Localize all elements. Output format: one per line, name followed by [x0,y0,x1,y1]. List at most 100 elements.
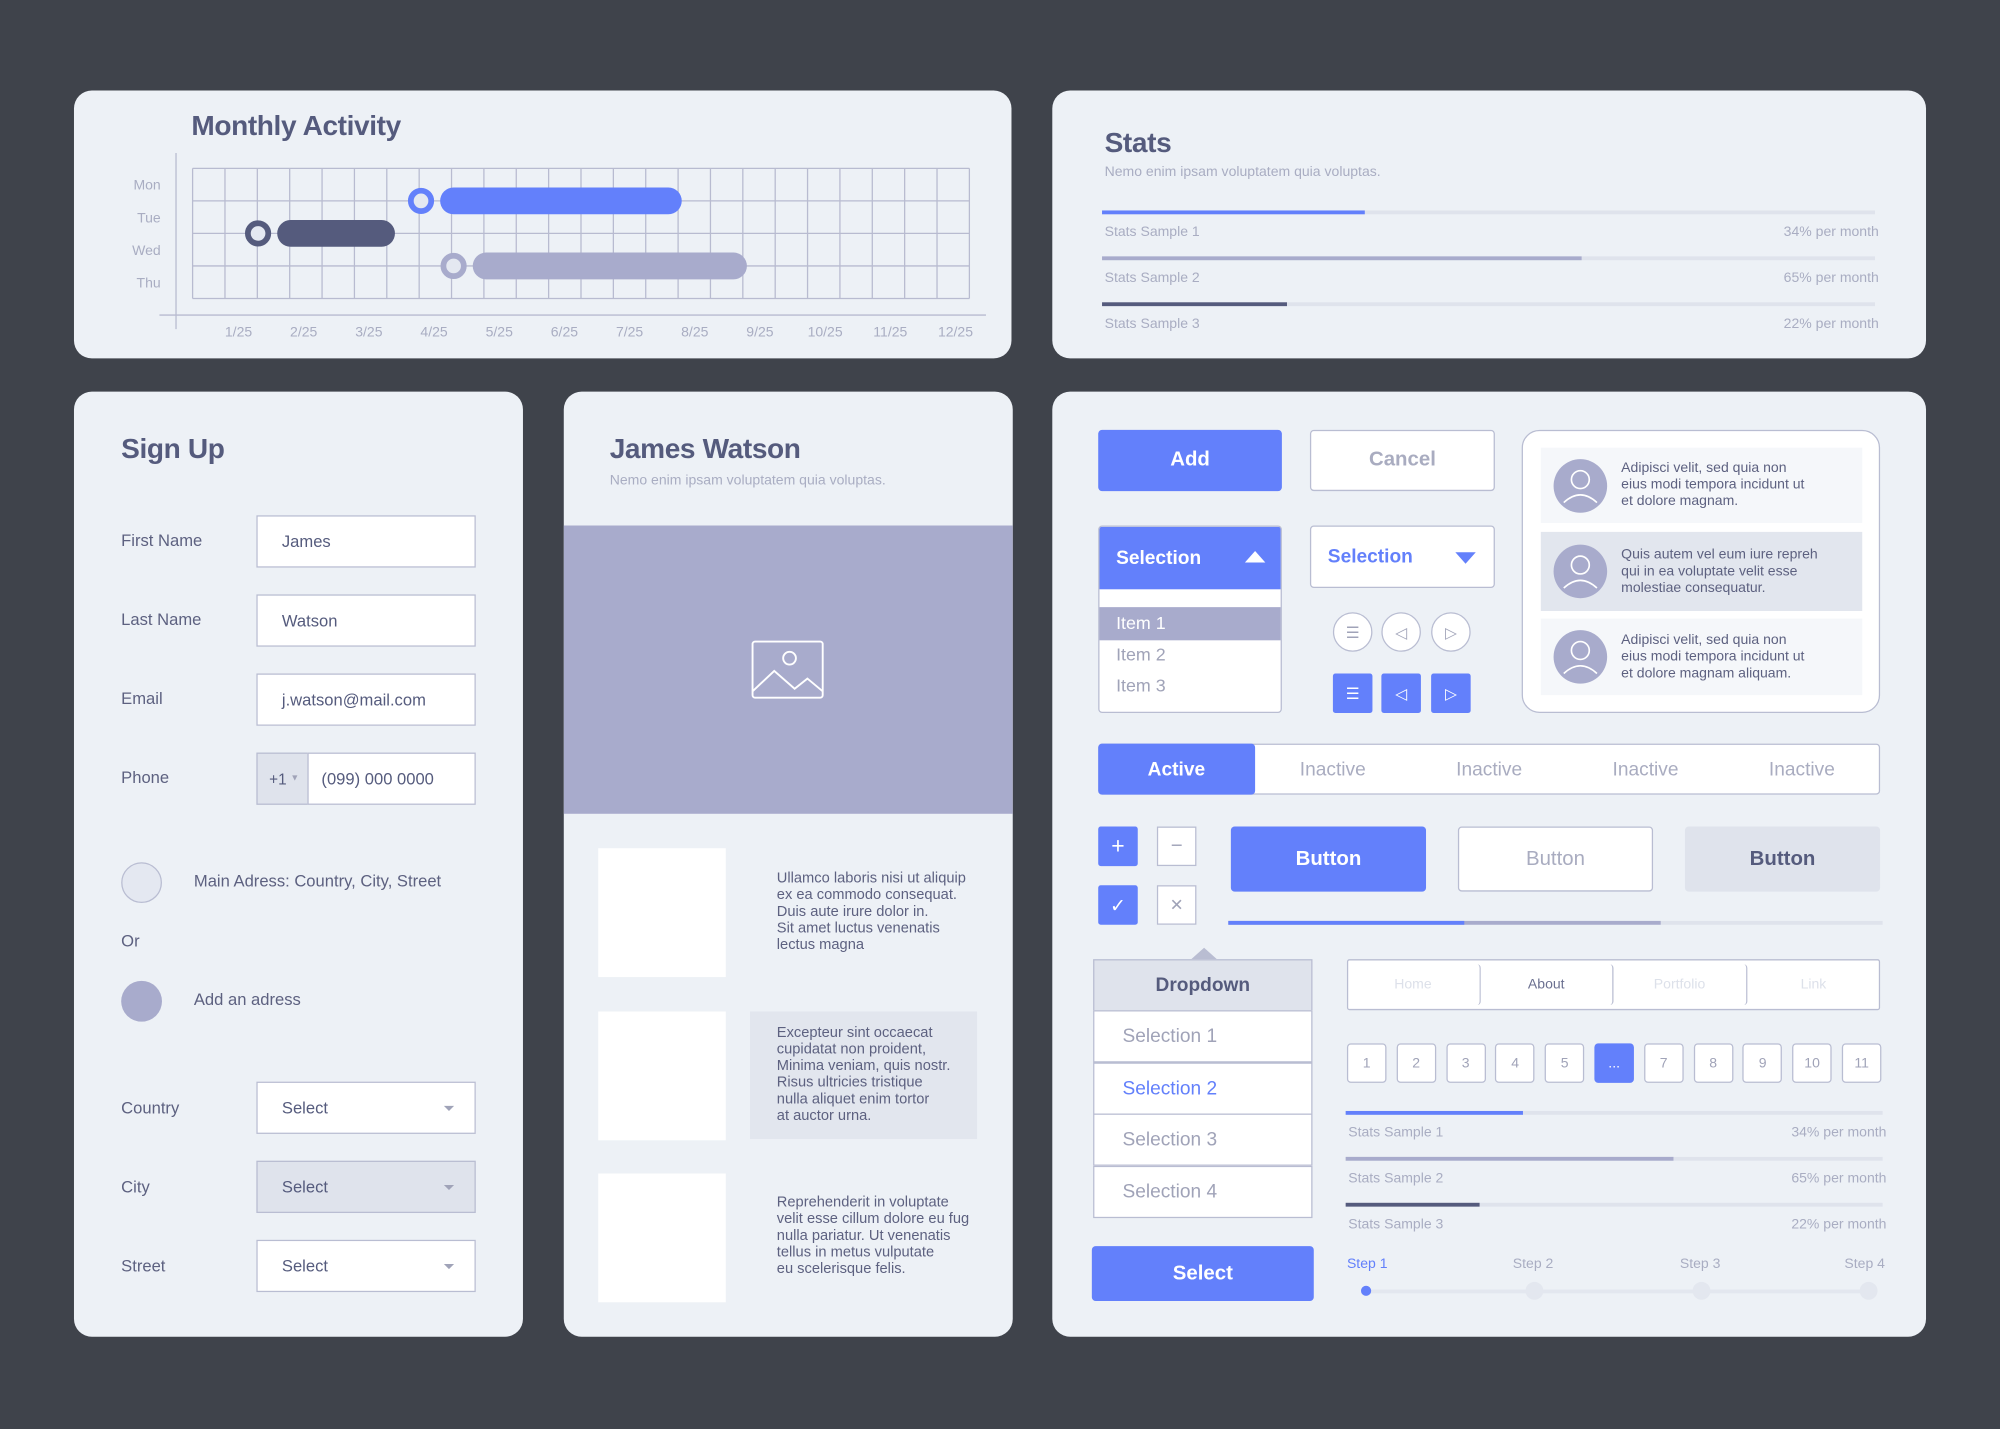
step-label[interactable]: Step 2 [1513,1256,1554,1271]
x-tick-label: 11/25 [873,324,907,340]
image-icon [751,640,824,699]
message-item[interactable]: Adipisci velit, sed quia non eius modi t… [1540,618,1863,696]
phone-country-code[interactable]: +1 ▼ [256,752,309,805]
stat-value: 22% per month [1783,316,1879,332]
country-select[interactable]: Select [256,1081,476,1134]
step-label[interactable]: Step 1 [1347,1256,1388,1271]
dropdown-item[interactable]: Item 1 [1099,607,1281,641]
secondary-button[interactable]: Button [1684,826,1881,892]
x-tick-label: 3/25 [355,324,382,340]
avatar [1553,458,1608,513]
step-dot[interactable] [1525,1281,1544,1300]
stat-bar [1102,210,1875,215]
tab-inactive[interactable]: Inactive [1255,744,1411,795]
stat-bar-fill [1102,210,1365,215]
page-button[interactable]: 1 [1346,1043,1387,1083]
next-icon-button[interactable]: ▷ [1431,673,1471,714]
dropdown-header[interactable]: Dropdown [1093,959,1313,1012]
stat-label: Stats Sample 1 [1104,224,1200,240]
street-select[interactable]: Select [256,1239,476,1293]
page-button[interactable]: 3 [1445,1043,1486,1083]
slider[interactable] [1228,920,1883,925]
menu-icon-button[interactable]: ☰ [1332,673,1373,714]
selection-label: Selection [1327,545,1413,568]
nav-link-link[interactable]: Link [1747,959,1880,1010]
city-label: City [121,1177,150,1197]
tab-inactive[interactable]: Inactive [1724,744,1880,795]
add-button[interactable]: Add [1098,429,1282,492]
nav-link-about[interactable]: About [1480,964,1614,1006]
last-name-input[interactable]: Watson [256,594,476,647]
bar [440,187,682,215]
user-icon [1563,640,1598,675]
country-value: Select [281,1098,328,1118]
city-select[interactable]: Select [256,1160,476,1214]
email-input[interactable]: j.watson@mail.com [256,673,476,726]
stat-value: 65% per month [1783,270,1879,286]
dropdown-item[interactable]: Item 2 [1099,640,1280,671]
image-placeholder [563,525,1013,814]
first-name-input[interactable]: James [256,515,476,568]
nav-link-home[interactable]: Home [1347,964,1481,1006]
selection-dropdown-open[interactable]: Selection Item 1 Item 2 Item 3 [1098,525,1282,714]
dropdown-option[interactable]: Selection 1 [1093,1010,1313,1063]
page-button[interactable]: 5 [1544,1043,1585,1083]
menu-icon-button[interactable]: ☰ [1332,612,1373,652]
page-button[interactable]: 7 [1643,1043,1684,1083]
chevron-down-icon: ▼ [290,774,300,784]
close-checkbox[interactable]: ✕ [1156,885,1197,925]
stat-bar-fill [1102,302,1288,307]
thumbnail [598,1173,726,1303]
page-button[interactable]: 2 [1396,1043,1436,1083]
message-item[interactable]: Adipisci velit, sed quia non eius modi t… [1540,447,1863,523]
caret-down-icon [443,1264,455,1270]
page-button[interactable]: 9 [1742,1043,1783,1083]
signup-title: Sign Up [121,432,225,465]
step-label[interactable]: Step 4 [1844,1256,1885,1271]
row-label: Tue [137,209,161,225]
radio-add-address[interactable] [121,980,162,1022]
stat-label: Stats Sample 1 [1348,1124,1444,1141]
stat-bar [1102,256,1875,261]
nav-link-portfolio[interactable]: Portfolio [1614,964,1747,1006]
minus-checkbox[interactable]: − [1156,826,1197,867]
prev-icon-button[interactable]: ◁ [1381,612,1421,652]
selection-dropdown-closed[interactable]: Selection [1309,525,1495,589]
tab-inactive[interactable]: Inactive [1411,744,1567,795]
caret-down-icon [443,1105,455,1111]
dropdown-option[interactable]: Selection 2 [1093,1062,1313,1115]
phone-input[interactable]: (099) 000 0000 [307,752,476,805]
message-item[interactable]: Quis autem vel eum iure repreh qui in ea… [1540,531,1863,611]
dropdown-option[interactable]: Selection 3 [1093,1114,1313,1167]
or-label: Or [121,931,140,951]
radio-main-address[interactable] [121,862,162,904]
plus-checkbox[interactable]: + [1098,826,1138,867]
stat-label: Stats Sample 2 [1104,270,1200,286]
page-button[interactable]: ... [1594,1043,1634,1083]
select-button[interactable]: Select [1091,1246,1314,1302]
prev-icon-button[interactable]: ◁ [1381,673,1421,714]
stat-bar [1345,1110,1883,1115]
tab-inactive[interactable]: Inactive [1567,744,1723,795]
page-button[interactable]: 11 [1841,1043,1882,1083]
step-dot[interactable] [1859,1281,1878,1300]
dropdown-option[interactable]: Selection 4 [1093,1165,1313,1219]
page-button[interactable]: 8 [1693,1043,1733,1083]
step-dot[interactable] [1360,1285,1372,1296]
stat-value: 22% per month [1791,1216,1887,1233]
stat-label: Stats Sample 3 [1348,1216,1444,1233]
page-button[interactable]: 10 [1792,1043,1832,1083]
cancel-button[interactable]: Cancel [1309,429,1495,492]
page-button[interactable]: 4 [1495,1043,1535,1083]
outline-button[interactable]: Button [1457,826,1654,892]
dropdown-item[interactable]: Item 3 [1099,671,1280,702]
step-label[interactable]: Step 3 [1680,1256,1721,1271]
tab-active[interactable]: Active [1098,743,1255,795]
selection-header[interactable]: Selection [1099,526,1281,590]
stat-bar-fill [1345,1156,1674,1161]
next-icon-button[interactable]: ▷ [1431,612,1471,652]
checked-checkbox[interactable]: ✓ [1098,885,1138,925]
step-dot[interactable] [1692,1281,1711,1300]
primary-button[interactable]: Button [1230,826,1427,892]
thumbnail [598,1011,726,1141]
